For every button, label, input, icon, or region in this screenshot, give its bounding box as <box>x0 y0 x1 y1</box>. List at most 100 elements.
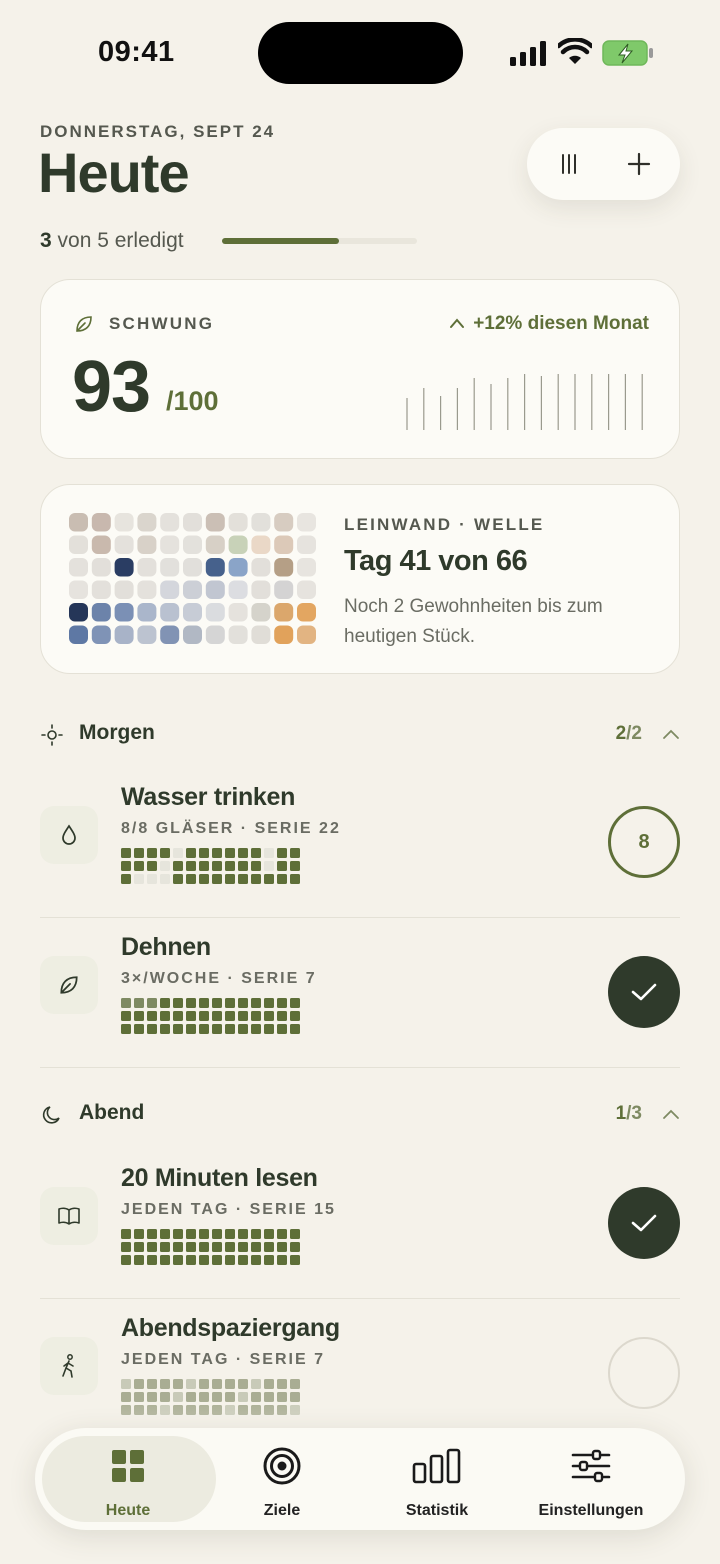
streak-day-cell <box>225 861 235 871</box>
streak-day-cell <box>199 874 209 884</box>
momentum-score: 93 <box>72 347 151 427</box>
canvas-swatch <box>205 558 225 577</box>
streak-day-cell <box>212 1255 222 1265</box>
canvas-swatch <box>137 625 157 644</box>
streak-day-cell <box>212 1229 222 1239</box>
canvas-swatch <box>297 535 316 554</box>
canvas-swatch <box>69 603 88 622</box>
tab-goals-label: Ziele <box>263 1502 301 1519</box>
streak-day-cell <box>160 1011 170 1021</box>
habit-complete-button[interactable] <box>608 1337 680 1409</box>
canvas-swatch <box>160 625 180 644</box>
canvas-swatch <box>228 625 248 644</box>
streak-day-cell <box>251 848 261 858</box>
streak-day-cell <box>212 861 222 871</box>
canvas-swatch <box>91 580 111 599</box>
habit-count-button[interactable]: 8 <box>608 806 680 878</box>
habit-complete-button[interactable] <box>608 956 680 1028</box>
streak-day-cell <box>212 1379 222 1389</box>
streak-day-cell <box>264 874 274 884</box>
streak-day-cell <box>238 861 248 871</box>
streak-day-cell <box>277 1011 287 1021</box>
canvas-swatch <box>297 603 316 622</box>
tab-today[interactable]: Heute <box>53 1446 203 1520</box>
section-morning-header[interactable]: Morgen 2/2 <box>40 715 680 755</box>
canvas-swatch <box>251 558 271 577</box>
habit-row-stretch[interactable]: Dehnen 3×/WOCHE · SERIE 7 <box>40 918 680 1068</box>
moon-icon <box>42 1106 60 1124</box>
sliders-icon <box>571 1449 611 1483</box>
canvas-swatch <box>251 535 271 554</box>
tab-goals[interactable]: Ziele <box>207 1446 357 1520</box>
tab-settings-label: Einstellungen <box>538 1502 644 1519</box>
progress-bar <box>222 238 417 244</box>
streak-day-cell <box>290 848 300 858</box>
section-morning-count: 2/2 <box>616 723 642 745</box>
tab-settings[interactable]: Einstellungen <box>516 1446 666 1520</box>
streak-day-cell <box>147 998 157 1008</box>
streak-day-cell <box>290 1229 300 1239</box>
streak-day-cell <box>251 1011 261 1021</box>
wifi-icon <box>558 38 592 64</box>
streak-day-cell <box>264 848 274 858</box>
water-drop-icon <box>62 824 76 845</box>
leaf-icon <box>76 316 92 332</box>
streak-day-cell <box>238 1379 248 1389</box>
streak-day-cell <box>264 1011 274 1021</box>
canvas-swatch <box>228 558 248 577</box>
habit-streak-grid <box>121 848 300 884</box>
streak-day-cell <box>121 1242 131 1252</box>
habit-meta: 3×/WOCHE · SERIE 7 <box>121 970 317 987</box>
momentum-trend: +12% diesen Monat <box>449 313 649 335</box>
habit-complete-button[interactable] <box>608 1187 680 1259</box>
grid-icon <box>112 1450 144 1482</box>
canvas-swatch <box>91 603 111 622</box>
chevron-up-icon[interactable] <box>662 728 680 740</box>
section-morning-done: 2 <box>615 723 627 744</box>
streak-day-cell <box>173 1229 183 1239</box>
view-toggle-button[interactable] <box>547 142 591 186</box>
momentum-card[interactable]: SCHWUNG +12% diesen Monat 93 /100 <box>40 279 680 459</box>
canvas-subtitle: Noch 2 Gewohnheiten bis zum heutigen Stü… <box>344 596 603 647</box>
tab-statistics[interactable]: Statistik <box>362 1446 512 1520</box>
streak-day-cell <box>147 1229 157 1239</box>
canvas-swatch <box>137 603 157 622</box>
streak-day-cell <box>121 1379 131 1389</box>
streak-day-cell <box>264 1242 274 1252</box>
streak-day-cell <box>186 1242 196 1252</box>
canvas-swatch <box>91 535 111 554</box>
streak-day-cell <box>264 1379 274 1389</box>
streak-day-cell <box>212 848 222 858</box>
streak-day-cell <box>238 998 248 1008</box>
chevron-up-icon[interactable] <box>662 1108 680 1120</box>
status-time: 09:41 <box>98 36 175 68</box>
streak-day-cell <box>199 861 209 871</box>
section-evening-header[interactable]: Abend 1/3 <box>40 1095 680 1135</box>
streak-day-cell <box>121 1255 131 1265</box>
add-habit-button[interactable] <box>617 142 661 186</box>
habit-name: Dehnen <box>121 933 211 961</box>
section-evening-title: Abend <box>79 1101 145 1124</box>
streak-day-cell <box>277 1024 287 1034</box>
streak-day-cell <box>212 874 222 884</box>
streak-day-cell <box>134 1229 144 1239</box>
canvas-swatch <box>160 513 180 532</box>
streak-day-cell <box>134 848 144 858</box>
streak-day-cell <box>225 848 235 858</box>
streak-day-cell <box>277 998 287 1008</box>
canvas-swatch <box>114 558 134 577</box>
streak-day-cell <box>186 1255 196 1265</box>
habit-row-reading[interactable]: 20 Minuten lesen JEDEN TAG · SERIE 15 <box>40 1149 680 1299</box>
canvas-swatch <box>205 625 225 644</box>
streak-day-cell <box>147 1011 157 1021</box>
habit-row-water[interactable]: Wasser trinken 8/8 GLÄSER · SERIE 22 8 <box>40 768 680 918</box>
streak-day-cell <box>121 1011 131 1021</box>
streak-day-cell <box>199 998 209 1008</box>
streak-day-cell <box>290 861 300 871</box>
habit-meta: 8/8 GLÄSER · SERIE 22 <box>121 820 341 837</box>
canvas-card[interactable]: LEINWAND · WELLE Tag 41 von 66 Noch 2 Ge… <box>40 484 680 674</box>
streak-day-cell <box>277 1229 287 1239</box>
section-morning-total: /2 <box>626 723 642 744</box>
canvas-swatch <box>69 535 88 554</box>
canvas-swatch <box>228 580 248 599</box>
